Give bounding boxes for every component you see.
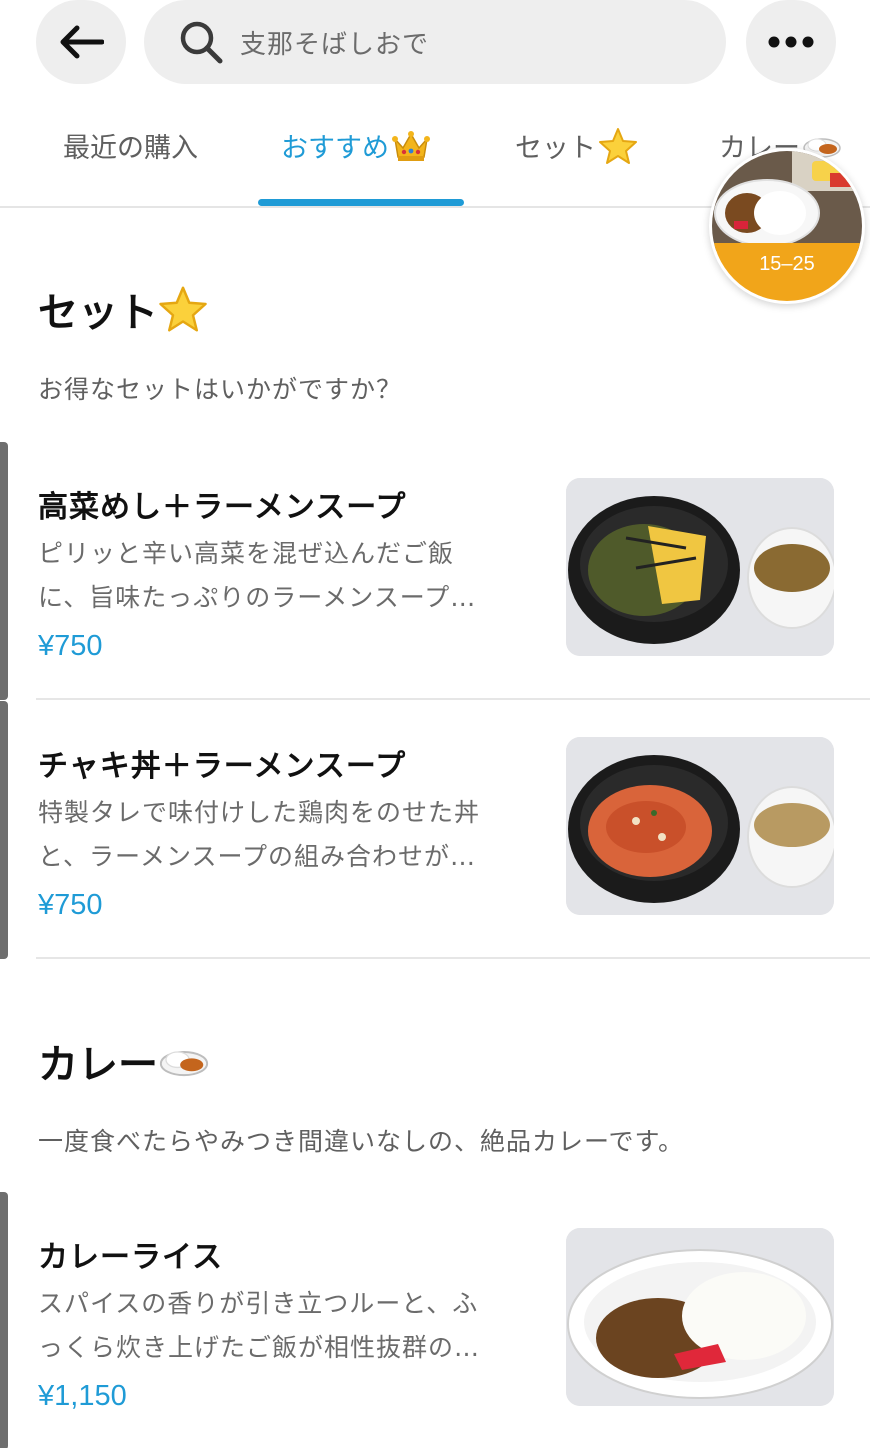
star-icon [159,286,207,332]
section-description-curry: 一度食べたらやみつき間違いなしの、絶品カレーです。 [38,1127,685,1156]
crown-icon [392,130,430,161]
item-divider [36,698,870,700]
item-description: スパイスの香りが引き立つルーと、ふ っくら炊き上げたご飯が相性抜群の… [38,1282,538,1370]
item-description: ピリッと辛い高菜を混ぜ込んだご飯 に、旨味たっぷりのラーメンスープ… [38,532,538,620]
menu-item[interactable]: チャキ丼＋ラーメンスープ 特製タレで味付けした鶏肉をのせた丼 と、ラーメンスープ… [0,701,870,959]
tab-set[interactable]: セット [515,126,638,165]
item-description-line: スパイスの香りが引き立つルーと、ふ [38,1289,479,1318]
item-price: ¥750 [38,889,103,921]
section-description-set: お得なセットはいかがですか？ [38,375,403,404]
more-options-button[interactable] [746,0,836,84]
item-name: チャキ丼＋ラーメンスープ [38,749,407,784]
curry-icon [159,1051,209,1077]
section-title-text: セット [38,290,158,336]
arrow-left-icon [60,25,104,59]
search-placeholder: 支那そばしおで [240,29,430,60]
item-image-chicken-bowl-set [566,737,834,915]
item-name: 高菜めし＋ラーメンスープ [38,490,407,525]
item-name: カレーライス [38,1240,224,1275]
item-description-line: に、旨味たっぷりのラーメンスープ… [38,583,477,612]
floating-cart-thumbnail[interactable]: 15–25 [709,148,865,304]
item-left-marker [0,442,8,700]
item-left-marker [0,1192,8,1448]
item-description-line: っくら炊き上げたご飯が相性抜群の… [38,1333,481,1362]
item-image-takana-set [566,478,834,656]
item-description-line: ピリッと辛い高菜を混ぜ込んだご飯 [38,539,455,568]
more-dots-icon [768,36,814,48]
tab-label: セット [515,133,596,164]
back-button[interactable] [36,0,126,84]
item-left-marker [0,701,8,959]
item-description-line: と、ラーメンスープの組み合わせが… [38,842,477,871]
search-bar[interactable]: 支那そばしおで [144,0,726,84]
active-tab-indicator [258,199,464,206]
item-description-line: 特製タレで味付けした鶏肉をのせた丼 [38,798,481,827]
item-description: 特製タレで味付けした鶏肉をのせた丼 と、ラーメンスープの組み合わせが… [38,791,538,879]
item-divider [36,957,870,959]
section-title-text: カレー [38,1042,158,1088]
item-price: ¥750 [38,630,103,662]
section-title-set: セット [38,280,208,338]
section-title-curry: カレー [38,1032,210,1090]
item-price: ¥1,150 [38,1380,127,1412]
tab-label: おすすめ [281,133,389,164]
search-icon [180,21,223,64]
menu-item[interactable]: 高菜めし＋ラーメンスープ ピリッと辛い高菜を混ぜ込んだご飯 に、旨味たっぷりのラ… [0,442,870,700]
delivery-time-badge: 15–25 [712,243,862,301]
tab-label: 最近の購入 [63,133,198,164]
star-icon [599,127,637,164]
menu-item[interactable]: カレーライス スパイスの香りが引き立つルーと、ふ っくら炊き上げたご飯が相性抜群… [0,1192,870,1448]
top-bar: 支那そばしおで [0,0,870,100]
item-image-curry-rice [566,1228,834,1406]
tab-recent-purchases[interactable]: 最近の購入 [63,126,198,165]
tab-recommended[interactable]: おすすめ [281,126,431,165]
